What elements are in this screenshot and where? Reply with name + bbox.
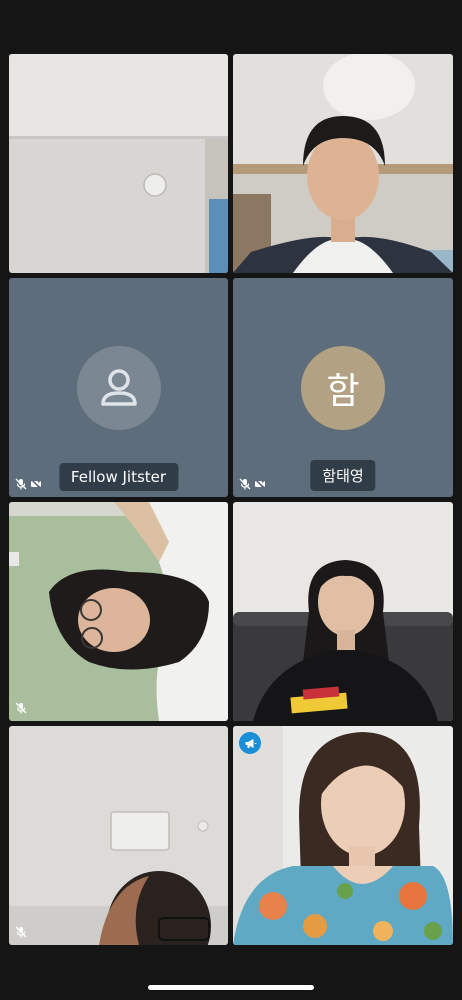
participant-video [9,54,228,273]
user-icon [100,369,137,406]
camera-muted-icon [30,478,42,490]
status-indicators [15,478,42,490]
participant-name: 함태영 [310,460,376,491]
participant-tile-5[interactable] [9,502,228,721]
megaphone-icon [245,738,256,748]
avatar [76,346,161,430]
mic-muted-icon [239,478,251,490]
participant-video [233,726,453,945]
camera-muted-icon [254,478,266,490]
mic-muted-icon [15,702,27,714]
status-indicators [15,926,27,938]
participant-video [233,502,453,721]
participant-name: Fellow Jitster [58,463,179,491]
participant-video [233,54,453,273]
moderator-badge [239,732,261,754]
participant-tile-6[interactable] [233,502,453,721]
mic-muted-icon [15,478,27,490]
mic-muted-icon [15,926,27,938]
participant-tile-7[interactable] [9,726,228,945]
participant-video [9,726,228,945]
participant-tile-4[interactable]: 함 함태영 [233,278,453,497]
avatar: 함 [301,346,385,430]
participant-tile-8[interactable] [233,726,453,945]
participant-tile-2[interactable] [233,54,453,273]
participant-tile-3[interactable]: Fellow Jitster [9,278,228,497]
participant-video [9,502,228,721]
participant-tile-1[interactable] [9,54,228,273]
home-indicator[interactable] [148,985,314,990]
status-indicators [15,702,27,714]
status-indicators [239,478,266,490]
